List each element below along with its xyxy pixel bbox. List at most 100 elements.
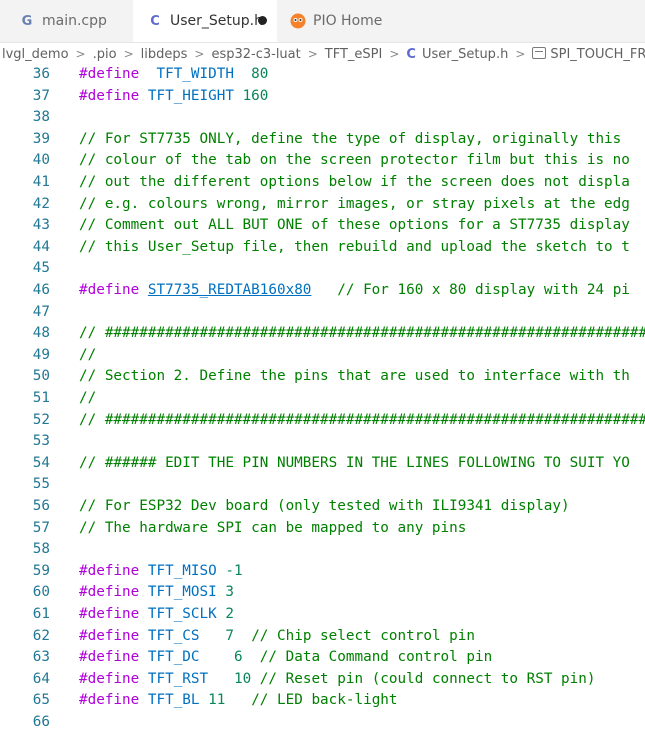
line-number: 40 <box>32 152 50 169</box>
code-line[interactable]: 50 // Section 2. Define the pins that are… <box>0 366 645 388</box>
code-token: // colour of the tab on the screen prote… <box>79 152 630 169</box>
code-line[interactable]: 40 // colour of the tab on the screen pro… <box>0 150 645 172</box>
line-number: 50 <box>32 368 50 385</box>
code-line[interactable]: 51 // <box>0 388 645 410</box>
breadcrumb-pio[interactable]: .pio <box>91 47 119 62</box>
code-line[interactable]: 62 #define TFT_CS 7 // Chip select contro… <box>0 626 645 648</box>
code-line[interactable]: 46 #define ST7735_REDTAB160x80 // For 160… <box>0 280 645 302</box>
code-line[interactable]: 44 // this User_Setup file, then rebuild … <box>0 237 645 259</box>
code-line[interactable]: 54 // ###### EDIT THE PIN NUMBERS IN THE … <box>0 453 645 475</box>
code-token: // <box>79 390 97 406</box>
code-token: // e.g. colours wrong, mirror images, or… <box>79 195 630 212</box>
code-token: #define <box>79 627 140 644</box>
line-number: 46 <box>32 282 50 298</box>
code-text: // For ST7735 ONLY, define the type of d… <box>79 129 621 151</box>
code-token: TFT_BL <box>147 692 200 709</box>
line-number: 64 <box>32 670 50 687</box>
breadcrumb-libdeps[interactable]: libdeps <box>139 47 190 62</box>
line-number: 44 <box>32 238 50 255</box>
code-line[interactable]: 66 <box>0 712 645 734</box>
unsaved-dot-icon[interactable] <box>258 16 267 25</box>
line-number: 54 <box>32 454 50 471</box>
code-line[interactable]: 52 // ###################################… <box>0 410 645 432</box>
breadcrumb-lvgl-demo[interactable]: lvgl_demo <box>0 47 71 62</box>
code-line[interactable]: 37 #define TFT_HEIGHT 160 <box>0 86 645 108</box>
code-text: #define TFT_SCLK 2 <box>79 604 234 626</box>
code-line[interactable]: 64 #define TFT_RST 10 // Reset pin (could… <box>0 669 645 691</box>
breadcrumb-symbol[interactable]: SPI_TOUCH_FREQUE <box>530 46 645 62</box>
tab-pio-home[interactable]: PIO Home <box>277 0 405 42</box>
code-line[interactable]: 57 // The hardware SPI can be mapped to a… <box>0 518 645 540</box>
code-token: // Comment out ALL BUT ONE of these opti… <box>79 217 630 234</box>
code-token: TFT_CS <box>147 627 200 644</box>
code-line[interactable]: 61 #define TFT_SCLK 2 <box>0 604 645 626</box>
code-line[interactable]: 65 #define TFT_BL 11 // LED back-light <box>0 690 645 712</box>
line-number: 56 <box>32 498 50 514</box>
code-token: TFT_HEIGHT <box>147 87 234 104</box>
line-number: 39 <box>32 130 50 147</box>
code-line[interactable]: 45 <box>0 258 645 280</box>
code-line[interactable]: 47 <box>0 302 645 324</box>
code-editor[interactable]: 36 #define TFT_WIDTH 80 37 #define TFT_HEIG… <box>0 64 645 737</box>
symbol-constant-icon <box>532 46 547 59</box>
breadcrumb-user-setup-h[interactable]: C User_Setup.h <box>404 47 510 62</box>
code-line[interactable]: 60 #define TFT_MOSI 3 <box>0 582 645 604</box>
code-line[interactable]: 53 <box>0 431 645 453</box>
code-token: // #####################################… <box>79 325 645 342</box>
code-token: 3 <box>225 584 234 601</box>
code-line[interactable]: 42 // e.g. colours wrong, mirror images, … <box>0 194 645 216</box>
code-token: -1 <box>225 562 243 579</box>
line-number: 62 <box>32 627 50 644</box>
code-token: // <box>79 346 97 363</box>
breadcrumb-tft-espi[interactable]: TFT_eSPI <box>323 47 385 62</box>
code-token: // The hardware SPI can be mapped to any… <box>79 519 467 536</box>
line-number: 53 <box>32 433 50 450</box>
c-file-icon: C <box>406 46 416 62</box>
code-line[interactable]: 49 // <box>0 345 645 367</box>
line-number: 59 <box>32 562 50 579</box>
code-line[interactable]: 43 // Comment out ALL BUT ONE of these op… <box>0 215 645 237</box>
code-line[interactable]: 63 #define TFT_DC 6 // Data Command contr… <box>0 647 645 669</box>
code-line[interactable]: 48 // ###################################… <box>0 323 645 345</box>
code-text: // colour of the tab on the screen prote… <box>79 150 630 172</box>
code-token: TFT_MOSI <box>147 584 217 601</box>
code-token: 7 <box>225 627 234 644</box>
tab-main-cpp[interactable]: G main.cpp <box>0 0 133 42</box>
code-token: #define <box>79 584 140 601</box>
code-token: TFT_MISO <box>147 562 217 579</box>
breadcrumb-label: User_Setup.h <box>421 46 509 62</box>
code-token: #define <box>79 606 140 622</box>
chevron-right-icon: > <box>389 47 400 61</box>
line-number: 37 <box>32 87 50 104</box>
breadcrumb-esp32-c3-luat[interactable]: esp32-c3-luat <box>209 47 302 62</box>
code-token: // For 160 x 80 display with 24 pi <box>337 282 630 298</box>
code-token: #define <box>79 282 140 298</box>
code-line[interactable]: 38 <box>0 107 645 129</box>
code-token: ST7735_REDTAB160x80 <box>147 282 312 298</box>
line-number: 47 <box>32 303 50 320</box>
code-line[interactable]: 59 #define TFT_MISO -1 <box>0 561 645 583</box>
code-line[interactable]: 55 <box>0 474 645 496</box>
tab-user-setup-h[interactable]: C User_Setup.h <box>133 0 277 42</box>
code-line[interactable]: 41 // out the different options below if … <box>0 172 645 194</box>
code-line[interactable]: 58 <box>0 539 645 561</box>
code-text: #define TFT_RST 10 // Reset pin (could c… <box>79 669 596 691</box>
code-token: 2 <box>225 606 234 622</box>
code-line[interactable]: 39 // For ST7735 ONLY, define the type of… <box>0 129 645 151</box>
code-line[interactable]: 56 // For ESP32 Dev board (only tested wi… <box>0 496 645 518</box>
chevron-right-icon: > <box>123 47 134 61</box>
chevron-right-icon: > <box>515 47 526 61</box>
code-line[interactable]: 36 #define TFT_WIDTH 80 <box>0 64 645 86</box>
